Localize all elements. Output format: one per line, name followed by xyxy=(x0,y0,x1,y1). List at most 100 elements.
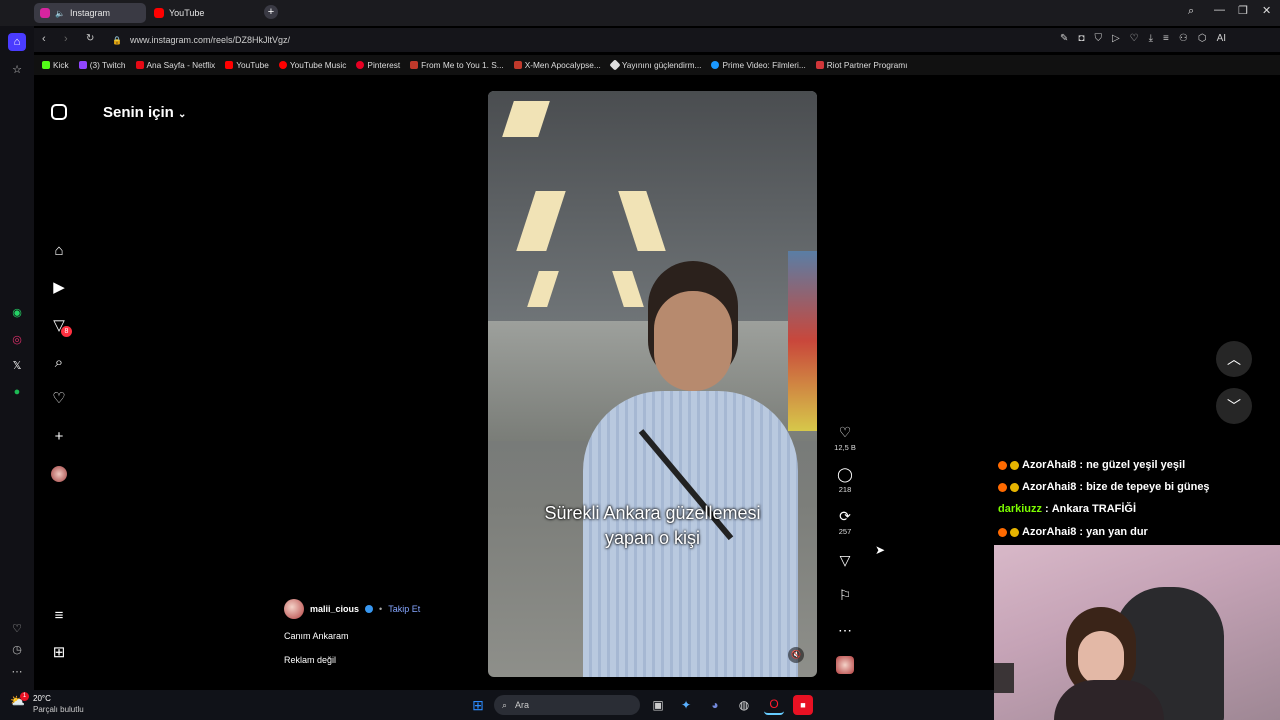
chat-message: AzorAhai8: ne güzel yeşil yeşil xyxy=(998,459,1185,471)
chat-message: AzorAhai8: yan yan dur xyxy=(998,526,1148,538)
webcam-feed xyxy=(994,545,1280,720)
previous-reel-button[interactable]: ︿ xyxy=(1216,341,1252,377)
bookmark-x-men[interactable]: X-Men Apocalypse... xyxy=(513,60,601,70)
audio-thumbnail[interactable] xyxy=(836,656,854,674)
repost-button[interactable]: ⟳ 257 xyxy=(832,508,858,536)
profile-avatar[interactable] xyxy=(51,466,67,482)
more-icon[interactable]: ⋯ xyxy=(8,662,26,680)
spotify-icon[interactable]: ● xyxy=(8,383,26,401)
pinterest-icon xyxy=(356,61,365,69)
extensions-icon[interactable]: ⬡ xyxy=(1198,33,1207,44)
task-view-icon[interactable]: ▣ xyxy=(648,695,668,715)
search-tabs-icon[interactable]: ⌕ xyxy=(1188,5,1194,18)
tab-strip: 🔈 Instagram YouTube + ⌕ — ❐ ✕ xyxy=(0,0,1280,26)
bookmark-prime-video[interactable]: Prime Video: Filmleri... xyxy=(711,60,806,70)
tab-youtube[interactable]: YouTube xyxy=(148,3,260,23)
maximize-button[interactable]: ❐ xyxy=(1238,4,1248,17)
instagram-logo-icon[interactable] xyxy=(51,104,67,120)
mute-icon[interactable]: 🔇 xyxy=(788,647,804,663)
instagram-app-icon[interactable]: ◎ xyxy=(8,330,26,348)
reel-video[interactable]: Sürekli Ankara güzellemesi yapan o kişi … xyxy=(488,91,817,677)
forward-button[interactable]: › xyxy=(64,33,68,45)
menu-icon[interactable]: ≡ xyxy=(1163,33,1169,44)
badge-icon xyxy=(998,482,1007,492)
profile-icon[interactable]: ⚇ xyxy=(1179,33,1188,44)
diamond-icon xyxy=(609,59,621,71)
browser-sidebar: O ⌂ ☆ ◉ ◎ 𝕏 ● ♡ ◷ ⋯ xyxy=(0,0,34,690)
badge-icon xyxy=(1010,460,1019,470)
audio-name[interactable]: Canım Ankaram xyxy=(284,631,349,641)
save-button[interactable]: ⚐ xyxy=(832,587,858,606)
bookmark-from-me-to-you[interactable]: From Me to You 1. S... xyxy=(410,60,504,70)
bookmark-yayin[interactable]: Yayınını güçlendirm... xyxy=(609,59,701,71)
search-icon: ⌕ xyxy=(502,699,508,710)
tab-label: YouTube xyxy=(169,8,205,18)
threads-apps-icon[interactable]: ⊞ xyxy=(49,642,69,662)
youtube-music-icon xyxy=(278,61,287,69)
star-icon[interactable]: ☆ xyxy=(8,60,26,78)
bookmark-youtube[interactable]: YouTube xyxy=(225,60,269,70)
prime-video-icon xyxy=(711,61,720,69)
settings-app-icon[interactable]: ✦ xyxy=(676,695,696,715)
whatsapp-icon[interactable]: ◉ xyxy=(8,303,26,321)
follow-button[interactable]: Takip Et xyxy=(388,604,420,614)
share-button[interactable]: ▽ xyxy=(832,552,858,571)
app-icon[interactable]: ■ xyxy=(793,695,813,715)
taskbar: ⛅ 1 20°C Parçalı bulutlu ⊞ ⌕ Ara ▣ ✦ ◕ ◍… xyxy=(0,690,994,720)
minimize-button[interactable]: — xyxy=(1214,4,1225,16)
opera-taskbar-icon[interactable]: O xyxy=(764,695,784,715)
ai-icon[interactable]: AI xyxy=(1217,33,1226,44)
bookmark-kick[interactable]: Kick xyxy=(42,60,69,70)
bookmark-riot[interactable]: Riot Partner Programı xyxy=(815,60,907,70)
home-nav-icon[interactable]: ⌂ xyxy=(49,240,69,260)
create-plus-icon[interactable]: + xyxy=(49,426,69,446)
windows-start-icon[interactable]: ⊞ xyxy=(468,695,488,715)
close-button[interactable]: ✕ xyxy=(1262,4,1271,17)
comment-button[interactable]: ◯ 218 xyxy=(832,466,858,494)
history-icon[interactable]: ◷ xyxy=(8,640,26,658)
back-button[interactable]: ‹ xyxy=(42,33,46,45)
url-text: www.instagram.com/reels/DZ8HkJltVgz/ xyxy=(129,35,291,45)
x-icon[interactable]: 𝕏 xyxy=(8,356,26,374)
notification-badge: 8 xyxy=(61,326,72,337)
bookmark-pinterest[interactable]: Pinterest xyxy=(356,60,400,70)
search-nav-icon[interactable]: ⌕ xyxy=(49,352,69,372)
feed-title[interactable]: Senin için ⌄ xyxy=(103,104,186,121)
author-username[interactable]: malii_cious xyxy=(310,604,359,614)
repost-icon: ⟳ xyxy=(839,508,851,524)
temperature: 20°C xyxy=(33,694,51,703)
notifications-heart-icon[interactable]: ♡ xyxy=(49,388,69,408)
chat-message: AzorAhai8: bize de tepeye bi güneş xyxy=(998,481,1210,493)
url-field[interactable]: 🔒 www.instagram.com/reels/DZ8HkJltVgz/ xyxy=(104,31,1094,49)
new-tab-button[interactable]: + xyxy=(264,5,278,19)
tab-label: Instagram xyxy=(69,8,110,18)
reload-button[interactable]: ↻ xyxy=(86,33,94,44)
app-icon[interactable]: ◍ xyxy=(734,695,754,715)
download-icon[interactable]: ⤓ xyxy=(1149,33,1153,44)
bookmark-twitch[interactable]: (3) Twitch xyxy=(78,60,126,70)
more-menu-icon[interactable]: ≡ xyxy=(49,605,69,625)
play-icon[interactable]: ▷ xyxy=(1112,33,1120,44)
more-options-button[interactable]: ⋯ xyxy=(832,622,858,641)
like-button[interactable]: ♡ 12,5 B xyxy=(832,424,858,452)
bookmarks-bar: Kick (3) Twitch Ana Sayfa - Netflix YouT… xyxy=(34,55,1280,75)
taskbar-search[interactable]: ⌕ Ara xyxy=(494,695,640,715)
shield-icon[interactable]: ⛉ xyxy=(1094,33,1102,44)
bookmark-netflix[interactable]: Ana Sayfa - Netflix xyxy=(135,60,215,70)
heart-sidebar-icon[interactable]: ♡ xyxy=(8,619,26,637)
edit-icon[interactable]: ✎ xyxy=(1060,33,1068,44)
weather-badge: 1 xyxy=(20,692,29,701)
heart-icon[interactable]: ♡ xyxy=(1130,33,1139,44)
bookmark-youtube-music[interactable]: YouTube Music xyxy=(278,60,346,70)
author-avatar[interactable] xyxy=(284,599,304,619)
speaker-icon[interactable]: 🔈 xyxy=(55,9,65,18)
discord-icon[interactable]: ◕ xyxy=(705,695,725,715)
home-icon[interactable]: ⌂ xyxy=(8,33,26,51)
send-icon: ▽ xyxy=(839,552,851,568)
kick-icon xyxy=(42,61,50,69)
camera-icon[interactable]: ◘ xyxy=(1078,33,1084,44)
next-reel-button[interactable]: ﹀ xyxy=(1216,388,1252,424)
tab-instagram[interactable]: 🔈 Instagram xyxy=(34,3,146,23)
video-caption: Sürekli Ankara güzellemesi yapan o kişi xyxy=(544,503,761,548)
reels-nav-icon[interactable]: ▶ xyxy=(49,277,69,297)
